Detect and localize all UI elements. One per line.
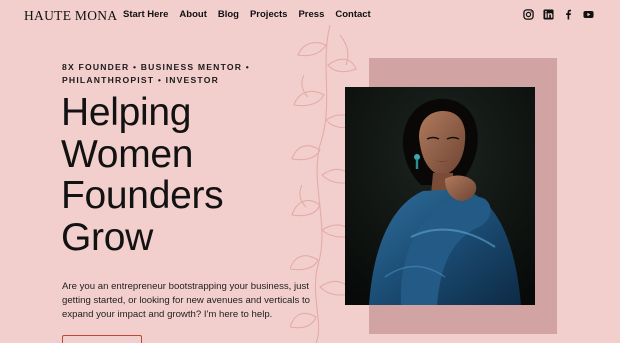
- youtube-icon[interactable]: [583, 9, 594, 20]
- nav-contact[interactable]: Contact: [335, 9, 370, 20]
- main-menu: Start Here About Blog Projects Press Con…: [123, 9, 371, 20]
- hero-cta-button[interactable]: [62, 335, 142, 343]
- hero-headline: Helping Women Founders Grow: [61, 91, 224, 259]
- headline-line-2: Women: [61, 132, 194, 176]
- nav-blog[interactable]: Blog: [218, 9, 239, 20]
- linkedin-icon[interactable]: [543, 9, 554, 20]
- tagline-line-1: 8X FOUNDER • BUSINESS MENTOR •: [62, 62, 250, 72]
- nav-press[interactable]: Press: [298, 9, 324, 20]
- hero-intro-text: Are you an entrepreneur bootstrapping yo…: [62, 281, 310, 320]
- headline-line-1: Helping: [61, 91, 192, 134]
- nav-projects[interactable]: Projects: [250, 9, 288, 20]
- headline-line-3: Founders: [61, 174, 224, 217]
- tagline-line-2: PHILANTHROPIST • INVESTOR: [62, 74, 219, 85]
- headline-line-4: Grow: [61, 215, 153, 259]
- founder-portrait: [345, 87, 535, 305]
- instagram-icon[interactable]: [523, 9, 534, 20]
- site-logo[interactable]: HAUTE MONA: [24, 8, 117, 24]
- hero-tagline: 8X FOUNDER • BUSINESS MENTOR • PHILANTHR…: [62, 61, 250, 86]
- social-links: [523, 9, 594, 20]
- nav-start-here[interactable]: Start Here: [123, 9, 168, 20]
- nav-about[interactable]: About: [179, 9, 206, 20]
- facebook-icon[interactable]: [563, 9, 574, 20]
